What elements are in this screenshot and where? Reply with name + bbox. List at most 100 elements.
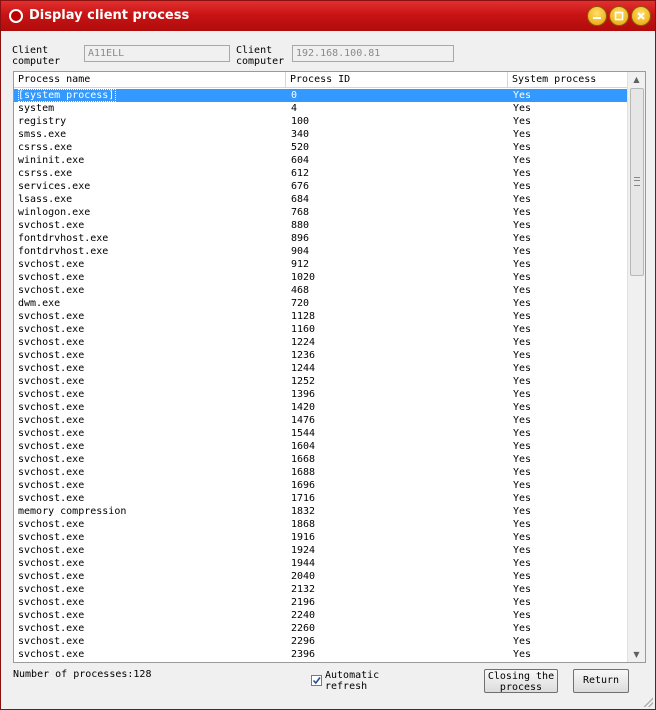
client-ip-field[interactable]: 192.168.100.81: [292, 45, 454, 62]
table-row[interactable]: registry 100 Yes: [14, 115, 627, 128]
process-window: Display client process Client computer A…: [0, 0, 656, 710]
table-row[interactable]: svchost.exe 2040 Yes: [14, 570, 627, 583]
system-process-cell: Yes: [513, 584, 532, 595]
scroll-down-icon[interactable]: ▼: [628, 647, 645, 662]
process-name-cell: services.exe: [18, 181, 91, 192]
table-row[interactable]: svchost.exe 1160 Yes: [14, 323, 627, 336]
table-row[interactable]: wininit.exe 604 Yes: [14, 154, 627, 167]
maximize-button[interactable]: [609, 6, 629, 26]
system-process-cell: Yes: [513, 337, 532, 348]
system-process-cell: Yes: [513, 155, 532, 166]
table-row[interactable]: memory compression 1832 Yes: [14, 505, 627, 518]
table-row[interactable]: svchost.exe 1604 Yes: [14, 440, 627, 453]
system-process-cell: Yes: [513, 350, 532, 361]
process-name-cell: wininit.exe: [18, 155, 85, 166]
process-id-cell: 1868: [291, 519, 316, 530]
process-name-cell: svchost.exe: [18, 493, 85, 504]
table-row[interactable]: svchost.exe 1020 Yes: [14, 271, 627, 284]
process-id-cell: 2040: [291, 571, 316, 582]
process-name-cell: svchost.exe: [18, 350, 85, 361]
system-process-cell: Yes: [513, 285, 532, 296]
table-row[interactable]: svchost.exe 1924 Yes: [14, 544, 627, 557]
minimize-button[interactable]: [587, 6, 607, 26]
scroll-thumb[interactable]: [630, 88, 644, 276]
process-list[interactable]: Process name Process ID System process […: [13, 71, 646, 663]
process-name-cell: winlogon.exe: [18, 207, 91, 218]
system-process-cell: Yes: [513, 493, 532, 504]
table-row[interactable]: svchost.exe 1944 Yes: [14, 557, 627, 570]
process-name-cell: [system process]: [18, 89, 117, 102]
process-name-cell: svchost.exe: [18, 532, 85, 543]
table-row[interactable]: svchost.exe 1688 Yes: [14, 466, 627, 479]
scroll-up-icon[interactable]: ▲: [628, 72, 645, 87]
table-row[interactable]: svchost.exe 1544 Yes: [14, 427, 627, 440]
table-row[interactable]: svchost.exe 1244 Yes: [14, 362, 627, 375]
process-name-cell: registry: [18, 116, 67, 127]
process-id-cell: 520: [291, 142, 310, 153]
column-header-process-name[interactable]: Process name: [14, 72, 286, 87]
return-button[interactable]: Return: [573, 669, 629, 693]
title-bar[interactable]: Display client process: [1, 1, 655, 31]
process-name-cell: svchost.exe: [18, 467, 85, 478]
client-computer-field[interactable]: A11ELL: [84, 45, 230, 62]
auto-refresh-label[interactable]: Automatic refresh: [325, 670, 385, 692]
close-process-button[interactable]: Closing the process: [484, 669, 558, 693]
table-row[interactable]: fontdrvhost.exe 896 Yes: [14, 232, 627, 245]
resize-grip-icon[interactable]: [641, 695, 653, 707]
table-row[interactable]: svchost.exe 2132 Yes: [14, 583, 627, 596]
maximize-icon: [614, 11, 624, 21]
table-row[interactable]: svchost.exe 468 Yes: [14, 284, 627, 297]
table-row[interactable]: svchost.exe 1868 Yes: [14, 518, 627, 531]
system-process-cell: Yes: [513, 324, 532, 335]
process-name-cell: svchost.exe: [18, 415, 85, 426]
table-row[interactable]: winlogon.exe 768 Yes: [14, 206, 627, 219]
process-id-cell: 912: [291, 259, 310, 270]
table-row[interactable]: svchost.exe 912 Yes: [14, 258, 627, 271]
process-name-cell: svchost.exe: [18, 454, 85, 465]
table-row[interactable]: svchost.exe 2396 Yes: [14, 648, 627, 661]
table-row[interactable]: fontdrvhost.exe 904 Yes: [14, 245, 627, 258]
system-process-cell: Yes: [513, 506, 532, 517]
process-id-cell: 904: [291, 246, 310, 257]
table-row[interactable]: svchost.exe 2260 Yes: [14, 622, 627, 635]
table-row[interactable]: system 4 Yes: [14, 102, 627, 115]
close-button[interactable]: [631, 6, 651, 26]
process-id-cell: 1696: [291, 480, 316, 491]
grip-icon: [634, 177, 640, 186]
table-row[interactable]: svchost.exe 2296 Yes: [14, 635, 627, 648]
auto-refresh-checkbox[interactable]: [311, 675, 322, 686]
process-name-cell: svchost.exe: [18, 623, 85, 634]
table-row[interactable]: svchost.exe 1252 Yes: [14, 375, 627, 388]
table-row[interactable]: svchost.exe 1716 Yes: [14, 492, 627, 505]
table-row[interactable]: svchost.exe 1420 Yes: [14, 401, 627, 414]
table-row[interactable]: csrss.exe 612 Yes: [14, 167, 627, 180]
table-row[interactable]: svchost.exe 1396 Yes: [14, 388, 627, 401]
table-row[interactable]: csrss.exe 520 Yes: [14, 141, 627, 154]
table-row[interactable]: lsass.exe 684 Yes: [14, 193, 627, 206]
table-row[interactable]: [system process] 0 Yes: [14, 89, 627, 102]
column-header-system-process[interactable]: System process: [508, 72, 627, 87]
table-row[interactable]: svchost.exe 1668 Yes: [14, 453, 627, 466]
table-row[interactable]: svchost.exe 1128 Yes: [14, 310, 627, 323]
table-row[interactable]: dwm.exe 720 Yes: [14, 297, 627, 310]
table-row[interactable]: svchost.exe 1224 Yes: [14, 336, 627, 349]
table-row[interactable]: svchost.exe 1236 Yes: [14, 349, 627, 362]
process-name-cell: system: [18, 103, 55, 114]
table-row[interactable]: svchost.exe 2196 Yes: [14, 596, 627, 609]
table-row[interactable]: svchost.exe 880 Yes: [14, 219, 627, 232]
vertical-scrollbar[interactable]: ▲ ▼: [627, 72, 645, 662]
table-row[interactable]: svchost.exe 2240 Yes: [14, 609, 627, 622]
process-name-cell: svchost.exe: [18, 402, 85, 413]
system-process-cell: Yes: [513, 298, 532, 309]
column-header-process-id[interactable]: Process ID: [286, 72, 508, 87]
table-row[interactable]: smss.exe 340 Yes: [14, 128, 627, 141]
table-row[interactable]: svchost.exe 1916 Yes: [14, 531, 627, 544]
process-id-cell: 1236: [291, 350, 316, 361]
table-row[interactable]: svchost.exe 1476 Yes: [14, 414, 627, 427]
system-process-cell: Yes: [513, 259, 532, 270]
table-row[interactable]: svchost.exe 1696 Yes: [14, 479, 627, 492]
process-id-cell: 2196: [291, 597, 316, 608]
process-id-cell: 2260: [291, 623, 316, 634]
process-id-cell: 0: [291, 90, 298, 101]
table-row[interactable]: services.exe 676 Yes: [14, 180, 627, 193]
